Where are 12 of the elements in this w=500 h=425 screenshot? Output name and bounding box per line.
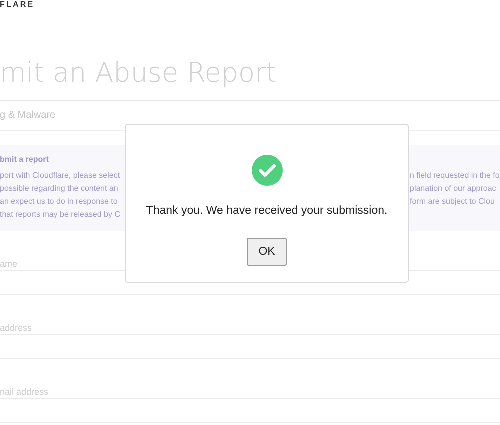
notice-text: possible regarding the content an [0, 183, 120, 195]
notice-title: bmit a report [0, 155, 50, 166]
logo: FLARE [0, 1, 35, 9]
notice-text: an expect us to do in response to [0, 196, 119, 208]
success-check-icon [252, 155, 282, 186]
notice-text: port with Cloudflare, please select [0, 170, 121, 182]
ok-button[interactable]: OK [247, 238, 287, 266]
notice-text: planation of our approac [410, 183, 498, 195]
notice-text: n field requested in the fo [410, 170, 500, 182]
dialog-message: Thank you. We have received your submission. [146, 205, 388, 217]
notice-text: that reports may be released by C [0, 209, 121, 221]
notice-text: form are subject to Clou [410, 196, 496, 208]
